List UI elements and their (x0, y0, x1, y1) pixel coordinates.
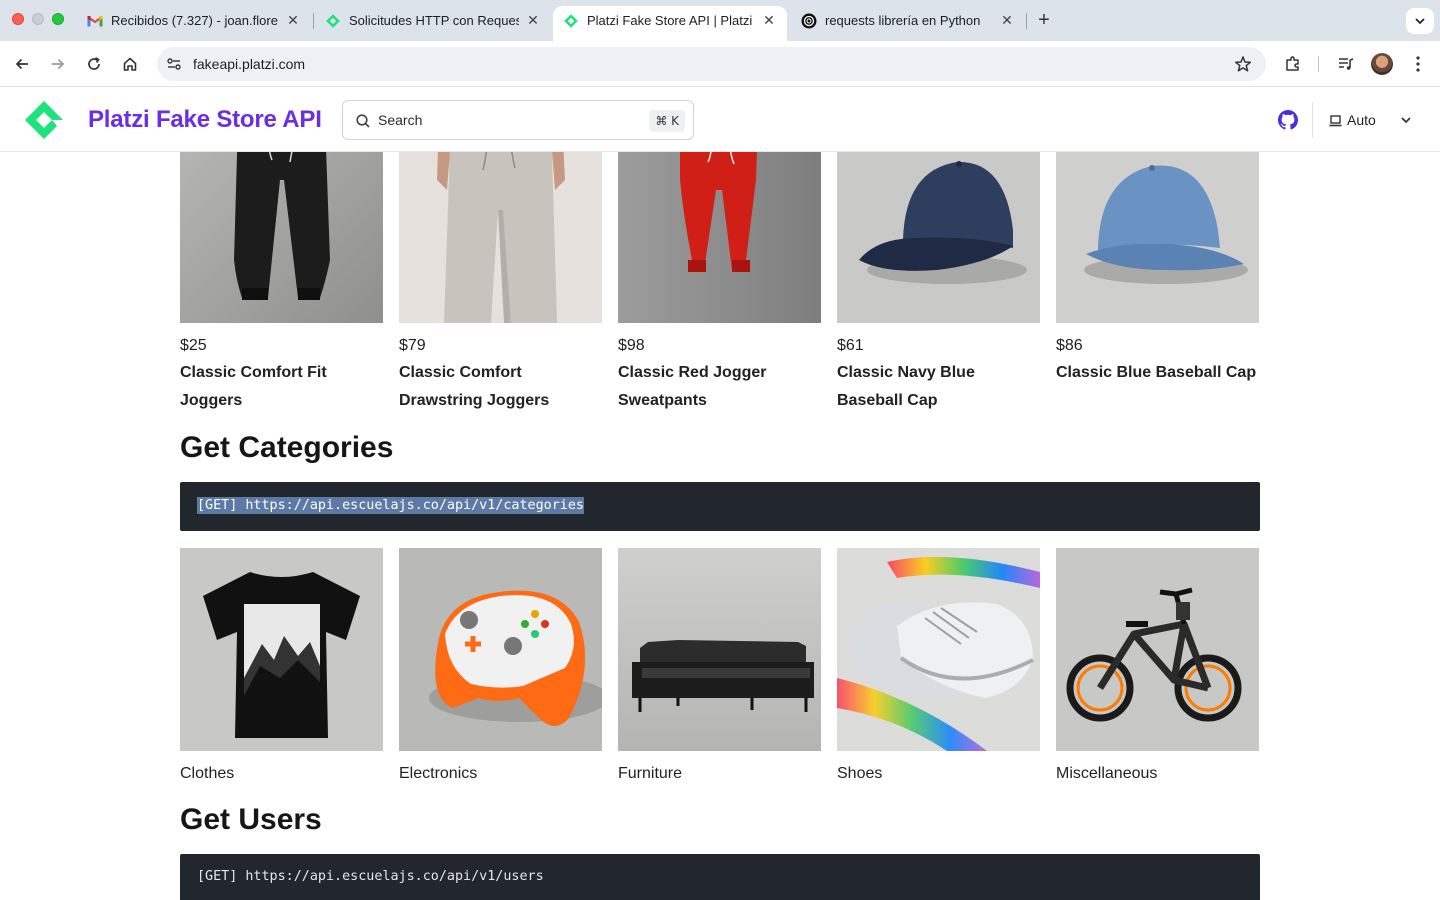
category-name[interactable]: Miscellaneous (1056, 765, 1259, 783)
laptop-icon (1329, 114, 1342, 126)
product-price: $25 (180, 337, 207, 354)
browser-tab-requests[interactable]: requests librería en Python ✕ (791, 6, 1025, 35)
users-endpoint[interactable]: [GET] https://api.escuelajs.co/api/v1/us… (197, 869, 544, 884)
product-name[interactable]: Classic Comfort Fit Joggers (180, 359, 383, 415)
product-image-black-joggers[interactable] (180, 152, 383, 323)
category-card[interactable]: Electronics (399, 548, 602, 783)
window-close-button[interactable] (12, 13, 24, 25)
forward-icon[interactable] (47, 53, 69, 75)
platzi-logo-icon[interactable] (24, 100, 64, 140)
chevron-down-icon[interactable] (1399, 113, 1413, 127)
openai-icon (801, 13, 817, 29)
category-card[interactable]: Miscellaneous (1056, 548, 1259, 783)
category-image-tshirt[interactable] (180, 548, 383, 751)
main-content: $25 Classic Comfort Fit Joggers $79 Clas… (0, 152, 1440, 900)
search-placeholder: Search (378, 112, 423, 128)
search-shortcut-badge: ⌘ K (649, 110, 685, 132)
gmail-icon (87, 13, 103, 29)
product-price: $98 (618, 337, 645, 354)
search-icon (356, 114, 370, 128)
category-name[interactable]: Electronics (399, 765, 602, 783)
product-image-blue-cap[interactable] (1056, 152, 1259, 323)
product-price: $79 (399, 337, 426, 354)
new-tab-icon[interactable]: + (1034, 10, 1054, 30)
product-card[interactable]: $98 Classic Red Jogger Sweatpants (618, 152, 821, 415)
category-card[interactable]: Furniture (618, 548, 821, 783)
product-image-beige-joggers[interactable] (399, 152, 602, 323)
theme-selector[interactable]: Auto (1329, 110, 1376, 130)
site-header: Platzi Fake Store API Search ⌘ K Auto (0, 88, 1440, 152)
category-image-game-controller[interactable] (399, 548, 602, 751)
tab-title: requests librería en Python (825, 13, 981, 28)
users-heading: Get Users (180, 803, 322, 836)
category-grid: Clothes Electronics Furniture Shoes Misc… (180, 548, 1260, 783)
category-image-sneakers[interactable] (837, 548, 1040, 751)
browser-tab-strip: Recibidos (7.327) - joan.flore ✕ Solicit… (0, 0, 1440, 41)
github-icon[interactable] (1278, 110, 1298, 130)
browser-menu-icon[interactable] (1408, 54, 1428, 74)
url-text: fakeapi.platzi.com (193, 56, 306, 72)
browser-tab-solicitudes[interactable]: Solicitudes HTTP con Reques ✕ (315, 6, 551, 35)
users-endpoint-block[interactable]: [GET] https://api.escuelajs.co/api/v1/us… (180, 854, 1260, 900)
media-control-icon[interactable] (1336, 54, 1356, 74)
categories-heading: Get Categories (180, 431, 394, 464)
product-image-red-joggers[interactable] (618, 152, 821, 323)
product-card[interactable]: $86 Classic Blue Baseball Cap (1056, 152, 1259, 415)
platzi-icon (563, 13, 579, 29)
product-image-navy-cap[interactable] (837, 152, 1040, 323)
site-info-icon[interactable] (165, 55, 183, 73)
categories-endpoint[interactable]: [GET] https://api.escuelajs.co/api/v1/ca… (197, 497, 584, 514)
platzi-icon (325, 13, 341, 29)
close-tab-icon[interactable]: ✕ (285, 12, 301, 29)
close-tab-icon[interactable]: ✕ (999, 12, 1015, 29)
product-name[interactable]: Classic Blue Baseball Cap (1056, 359, 1259, 387)
product-name[interactable]: Classic Comfort Drawstring Joggers (399, 359, 602, 415)
back-icon[interactable] (11, 53, 33, 75)
home-icon[interactable] (119, 53, 141, 75)
extensions-icon[interactable] (1283, 54, 1303, 74)
address-bar[interactable]: fakeapi.platzi.com (157, 47, 1266, 81)
product-card[interactable]: $25 Classic Comfort Fit Joggers (180, 152, 383, 415)
reload-icon[interactable] (83, 53, 105, 75)
theme-label: Auto (1347, 112, 1376, 128)
category-card[interactable]: Shoes (837, 548, 1040, 783)
product-grid: $25 Classic Comfort Fit Joggers $79 Clas… (180, 152, 1260, 415)
product-name[interactable]: Classic Navy Blue Baseball Cap (837, 359, 1040, 415)
bookmark-star-icon[interactable] (1234, 55, 1252, 73)
window-zoom-button[interactable] (52, 13, 64, 25)
tab-title: Platzi Fake Store API | Platzi F (587, 13, 755, 28)
category-card[interactable]: Clothes (180, 548, 383, 783)
search-input[interactable]: Search ⌘ K (342, 100, 694, 140)
close-tab-icon[interactable]: ✕ (761, 12, 777, 29)
browser-toolbar: fakeapi.platzi.com (0, 41, 1440, 87)
tab-title: Recibidos (7.327) - joan.flore (111, 13, 278, 28)
product-name[interactable]: Classic Red Jogger Sweatpants (618, 359, 821, 415)
profile-avatar[interactable] (1371, 53, 1393, 75)
category-image-sofa[interactable] (618, 548, 821, 751)
product-price: $86 (1056, 337, 1083, 354)
category-name[interactable]: Shoes (837, 765, 1040, 783)
category-name[interactable]: Furniture (618, 765, 821, 783)
category-name[interactable]: Clothes (180, 765, 383, 783)
browser-tab-gmail[interactable]: Recibidos (7.327) - joan.flore ✕ (77, 6, 311, 35)
window-minimize-button[interactable] (32, 13, 44, 25)
product-price: $61 (837, 337, 864, 354)
category-image-bicycle[interactable] (1056, 548, 1259, 751)
product-card[interactable]: $79 Classic Comfort Drawstring Joggers (399, 152, 602, 415)
tab-search-button[interactable] (1406, 8, 1434, 34)
close-tab-icon[interactable]: ✕ (525, 12, 541, 29)
categories-endpoint-block[interactable]: [GET] https://api.escuelajs.co/api/v1/ca… (180, 482, 1260, 531)
brand-title[interactable]: Platzi Fake Store API (88, 106, 322, 134)
browser-tab-platzi-fake-store[interactable]: Platzi Fake Store API | Platzi F ✕ (553, 6, 787, 41)
product-card[interactable]: $61 Classic Navy Blue Baseball Cap (837, 152, 1040, 415)
chevron-down-icon (1415, 18, 1425, 25)
tab-title: Solicitudes HTTP con Reques (349, 13, 519, 28)
